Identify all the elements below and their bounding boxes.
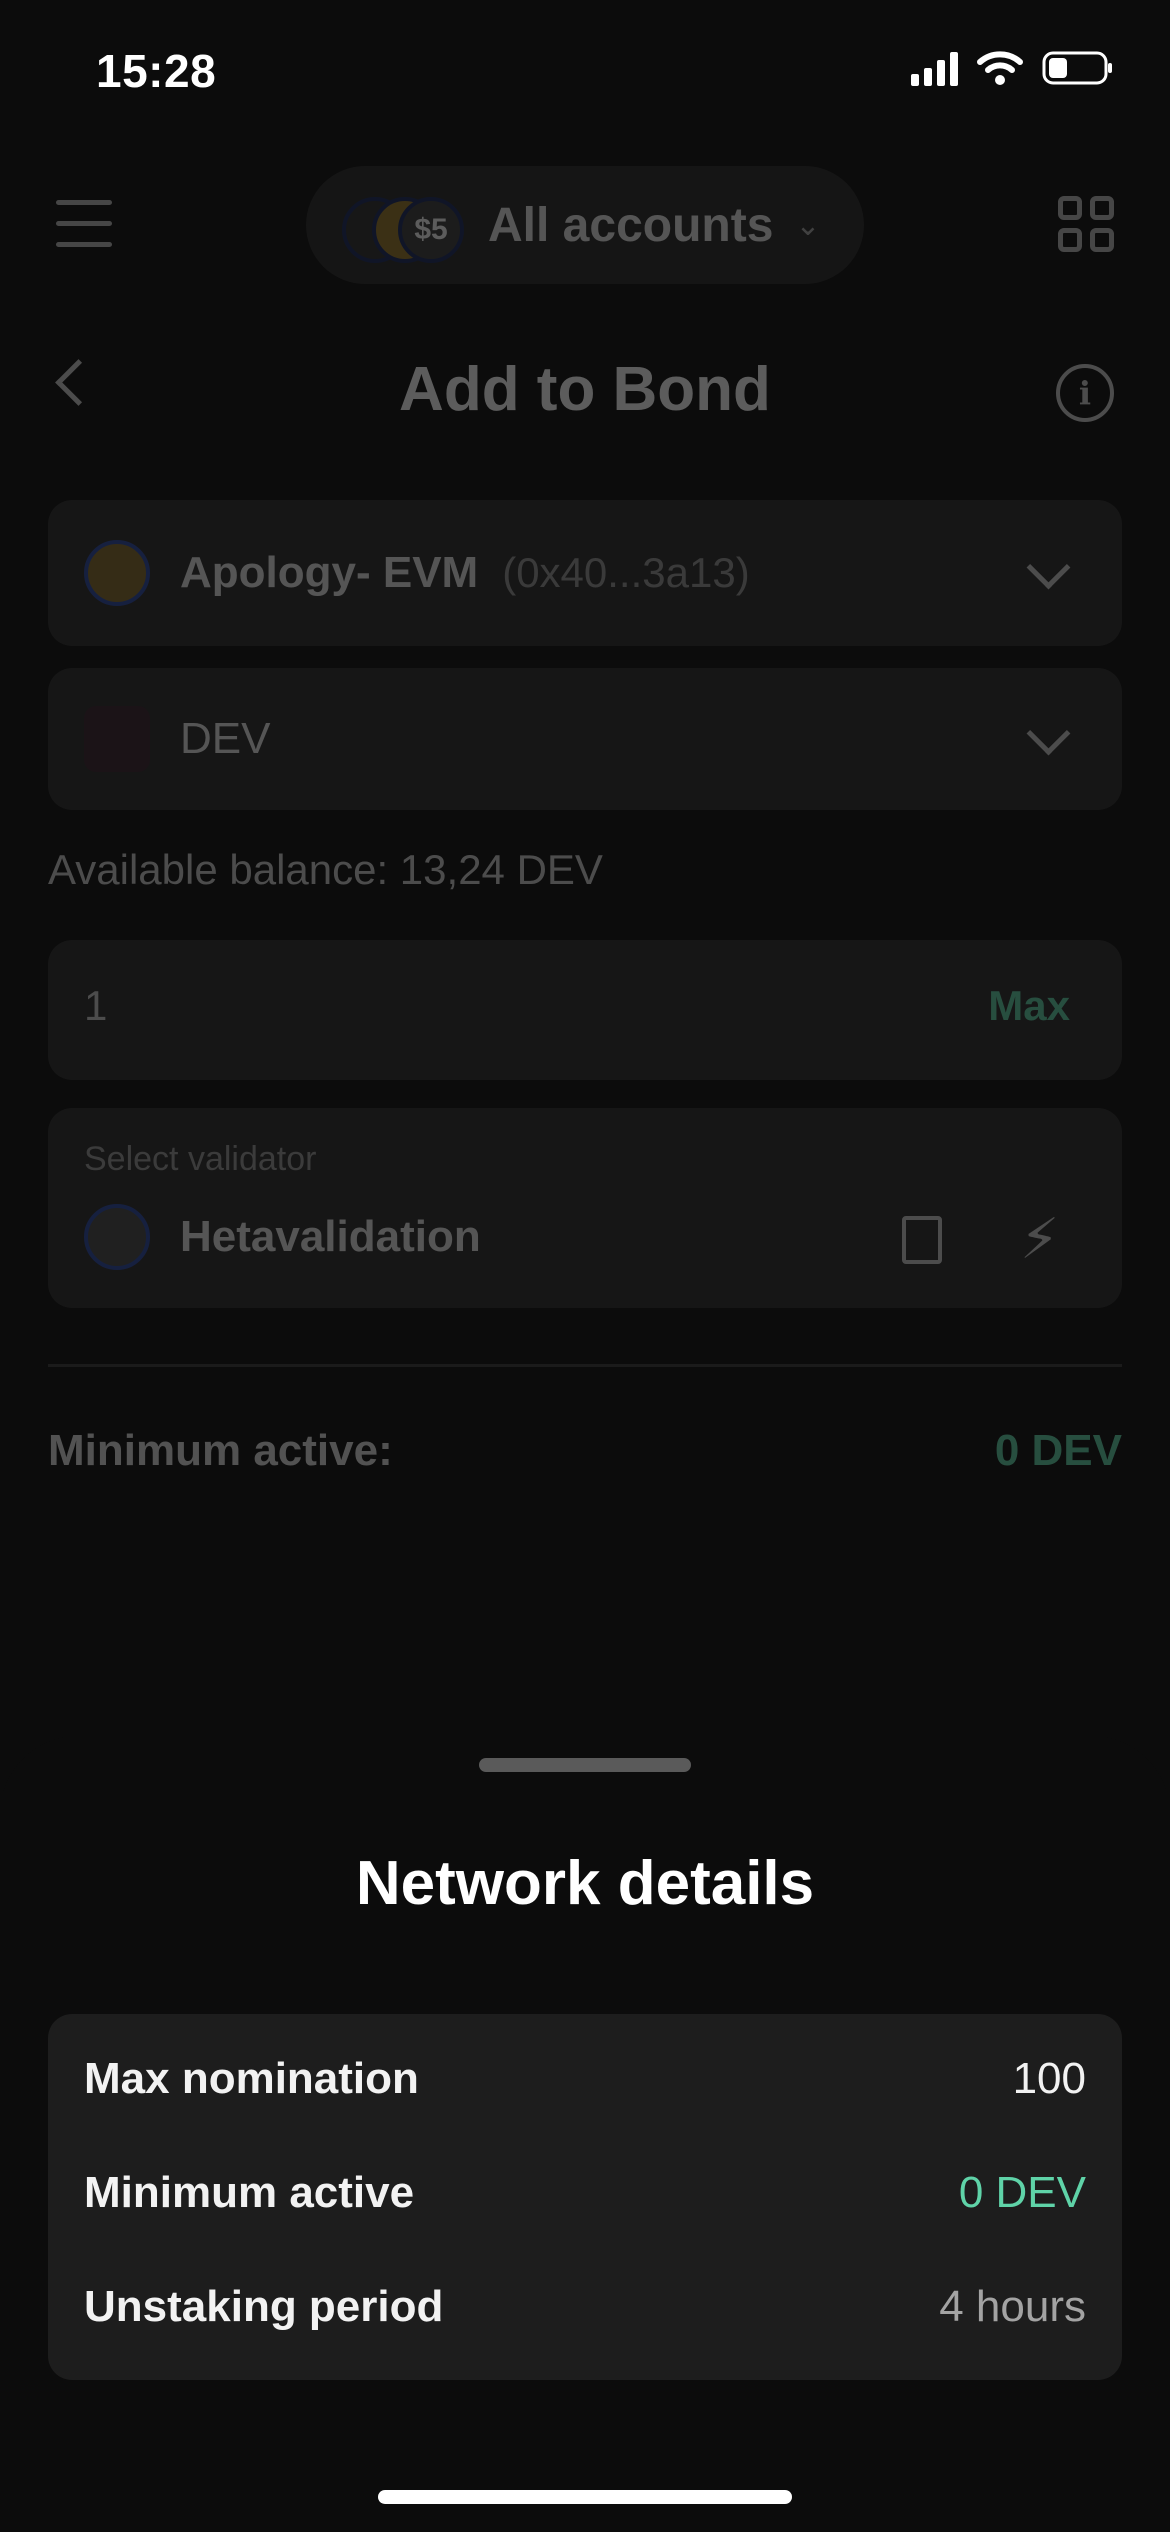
battery-icon — [1042, 51, 1112, 85]
account-select[interactable]: Apology- EVM (0x40...3a13) — [48, 500, 1122, 646]
detail-label: Unstaking period — [84, 2282, 444, 2331]
detail-label: Minimum active — [84, 2168, 415, 2217]
sheet-title: Network details — [355, 1849, 815, 1918]
account-avatar — [84, 540, 150, 606]
minimum-active-value: 0 DEV — [994, 1426, 1122, 1475]
book-icon[interactable] — [902, 1216, 942, 1264]
qr-code-icon[interactable] — [1058, 196, 1114, 252]
amount-value[interactable]: 1 — [84, 982, 107, 1030]
account-name: Apology- EVM — [180, 548, 479, 597]
avatar: $5 — [398, 197, 464, 263]
menu-icon[interactable] — [56, 200, 112, 263]
wifi-icon — [977, 51, 1023, 85]
status-time: 15:28 — [96, 45, 217, 97]
validator-select[interactable]: Hetavalidation — [48, 1108, 1122, 1308]
detail-label: Max nomination — [84, 2054, 419, 2103]
screen: 15:28 $5 All accounts ⌄ Add to Bond i Ap… — [0, 0, 1170, 2532]
chevron-down-icon: ⌄ — [795, 208, 821, 242]
info-icon[interactable]: i — [1056, 364, 1114, 422]
validator-name: Hetavalidation — [180, 1212, 481, 1261]
amount-input[interactable] — [48, 940, 1122, 1080]
account-selector[interactable]: $5 All accounts ⌄ — [306, 166, 864, 284]
page-title: Add to Bond — [399, 355, 771, 424]
validator-avatar — [84, 1204, 150, 1270]
divider — [48, 1364, 1122, 1367]
token-icon — [84, 706, 150, 772]
token-symbol: DEV — [180, 714, 271, 763]
account-address: (0x40...3a13) — [502, 549, 750, 596]
detail-value: 0 DEV — [958, 2168, 1086, 2217]
status-icons — [911, 50, 1114, 86]
account-avatars: $5 — [342, 185, 472, 265]
account-selector-label: All accounts — [488, 198, 774, 252]
network-details-card: Max nomination 100 Minimum active 0 DEV … — [48, 2014, 1122, 2380]
minimum-active-label: Minimum active: — [48, 1426, 393, 1475]
detail-row-max-nomination: Max nomination 100 — [84, 2054, 1086, 2104]
detail-value: 4 hours — [939, 2282, 1086, 2331]
detail-row-minimum-active: Minimum active 0 DEV — [84, 2168, 1086, 2218]
signal-icon — [911, 50, 958, 86]
available-balance: Available balance: 13,24 DEV — [48, 846, 603, 893]
detail-row-unstaking-period: Unstaking period 4 hours — [84, 2282, 1086, 2332]
home-indicator[interactable] — [378, 2490, 792, 2504]
token-select[interactable]: DEV — [48, 668, 1122, 810]
detail-value: 100 — [1012, 2054, 1086, 2103]
sheet-handle[interactable] — [479, 1758, 691, 1772]
validator-section-label: Select validator — [84, 1140, 317, 1178]
lightning-icon[interactable]: ⚡︎ — [1020, 1206, 1059, 1272]
max-button[interactable]: Max — [988, 982, 1070, 1030]
